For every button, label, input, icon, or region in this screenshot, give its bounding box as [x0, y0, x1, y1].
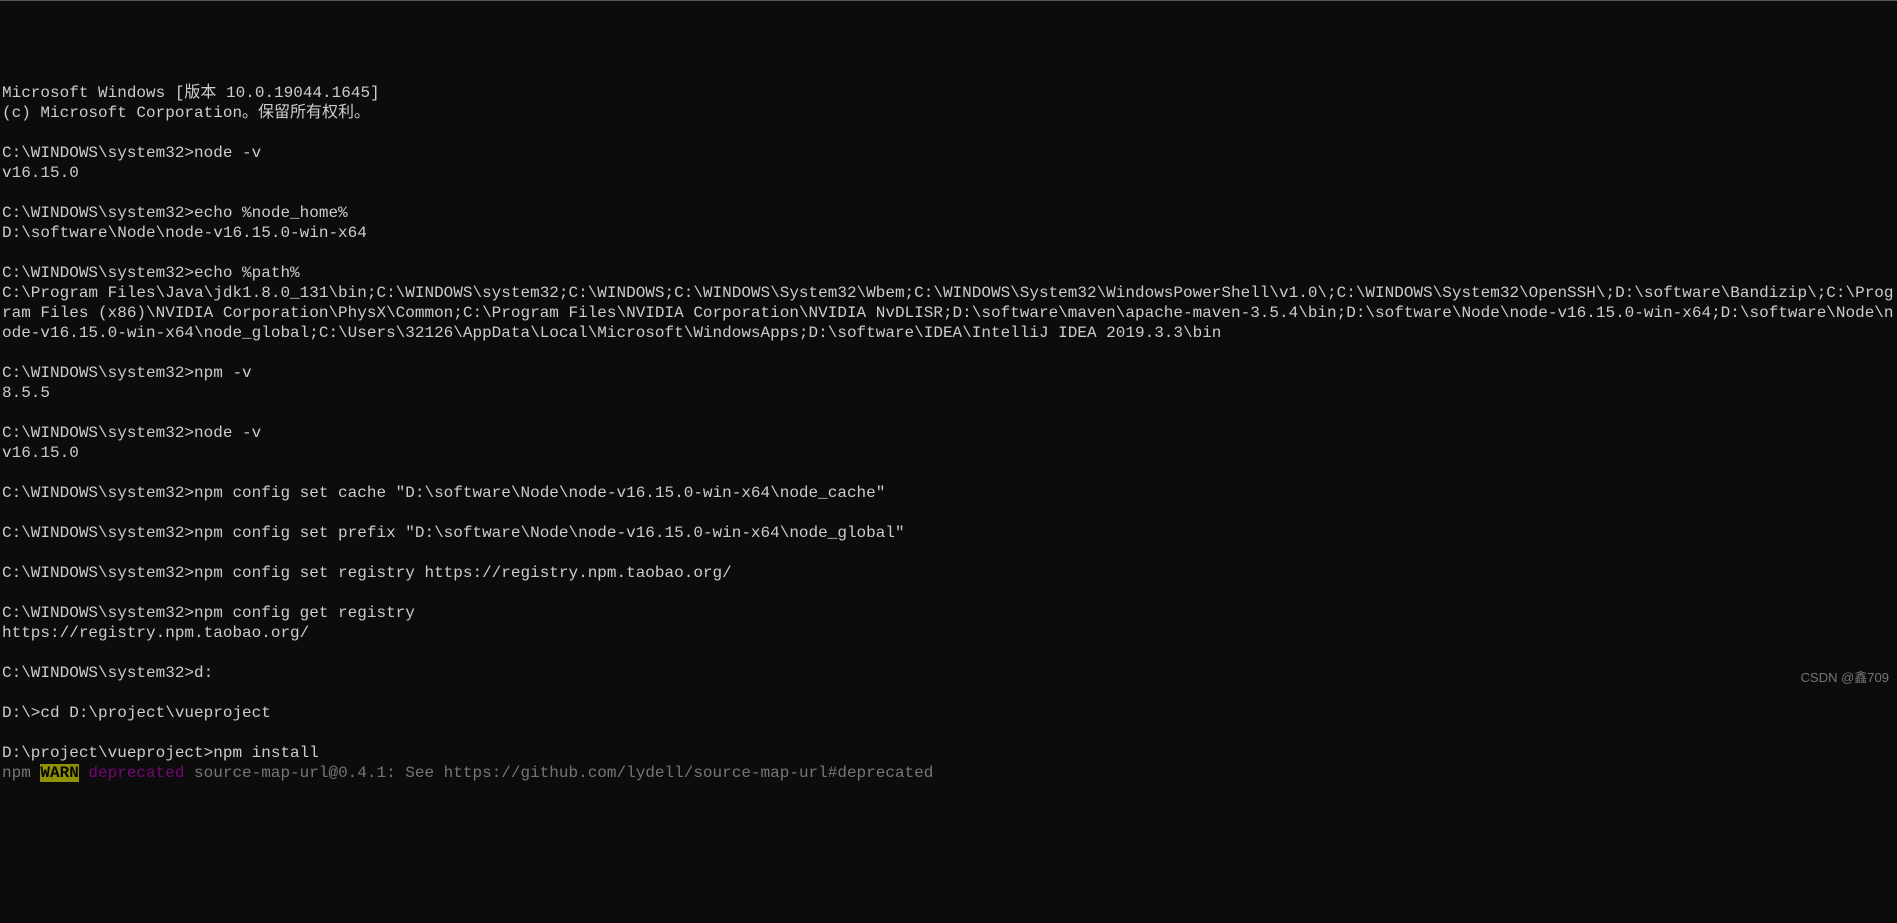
command: npm config get registry [194, 604, 415, 622]
terminal-line: C:\WINDOWS\system32>node -v [2, 143, 1897, 163]
prompt: C:\WINDOWS\system32> [2, 564, 194, 582]
terminal-output[interactable]: Microsoft Windows [版本 10.0.19044.1645] (c… [2, 83, 1897, 783]
command: echo %node_home% [194, 204, 348, 222]
terminal-line: (c) Microsoft Corporation。保留所有权利。 [2, 103, 1897, 123]
terminal-line: 8.5.5 [2, 383, 1897, 403]
header-line: (c) Microsoft Corporation。保留所有权利。 [2, 104, 370, 122]
watermark: CSDN @鑫709 [1801, 670, 1889, 686]
prompt: C:\WINDOWS\system32> [2, 424, 194, 442]
blank-line [2, 463, 1897, 483]
prompt: C:\WINDOWS\system32> [2, 204, 194, 222]
terminal-line: C:\WINDOWS\system32>npm config set prefi… [2, 523, 1897, 543]
cmd-output: https://registry.npm.taobao.org/ [2, 624, 309, 642]
cmd-output: 8.5.5 [2, 384, 50, 402]
command: npm -v [194, 364, 252, 382]
warn-message: source-map-url@0.4.1: See https://github… [184, 764, 933, 782]
terminal-line: npm WARN deprecated source-map-url@0.4.1… [2, 763, 1897, 783]
blank-line [2, 583, 1897, 603]
prompt: D:\project\vueproject> [2, 744, 213, 762]
header-line: Microsoft Windows [版本 10.0.19044.1645] [2, 84, 380, 102]
terminal-line: C:\WINDOWS\system32>npm -v [2, 363, 1897, 383]
deprecated-label: deprecated [79, 764, 185, 782]
command: d: [194, 664, 213, 682]
command: npm config set prefix "D:\software\Node\… [194, 524, 905, 542]
prompt: C:\WINDOWS\system32> [2, 604, 194, 622]
blank-line [2, 503, 1897, 523]
blank-line [2, 343, 1897, 363]
terminal-line: https://registry.npm.taobao.org/ [2, 623, 1897, 643]
terminal-line: v16.15.0 [2, 443, 1897, 463]
blank-line [2, 543, 1897, 563]
terminal-line: D:\>cd D:\project\vueproject [2, 703, 1897, 723]
command: npm config set cache "D:\software\Node\n… [194, 484, 885, 502]
terminal-line: Microsoft Windows [版本 10.0.19044.1645] [2, 83, 1897, 103]
blank-line [2, 123, 1897, 143]
prompt: D:\> [2, 704, 40, 722]
prompt: C:\WINDOWS\system32> [2, 264, 194, 282]
cmd-output: D:\software\Node\node-v16.15.0-win-x64 [2, 224, 367, 242]
prompt: C:\WINDOWS\system32> [2, 364, 194, 382]
terminal-line: D:\software\Node\node-v16.15.0-win-x64 [2, 223, 1897, 243]
cmd-output: v16.15.0 [2, 164, 79, 182]
terminal-line: C:\WINDOWS\system32>npm config get regis… [2, 603, 1897, 623]
warn-badge: WARN [40, 764, 78, 782]
terminal-line: C:\WINDOWS\system32>echo %node_home% [2, 203, 1897, 223]
terminal-line: C:\WINDOWS\system32>d: [2, 663, 1897, 683]
blank-line [2, 403, 1897, 423]
cmd-output: v16.15.0 [2, 444, 79, 462]
command: node -v [194, 144, 261, 162]
terminal-line: C:\Program Files\Java\jdk1.8.0_131\bin;C… [2, 283, 1897, 343]
blank-line [2, 723, 1897, 743]
cmd-output: C:\Program Files\Java\jdk1.8.0_131\bin;C… [2, 284, 1894, 342]
prompt: C:\WINDOWS\system32> [2, 664, 194, 682]
prompt: C:\WINDOWS\system32> [2, 144, 194, 162]
command: echo %path% [194, 264, 300, 282]
terminal-line: C:\WINDOWS\system32>npm config set regis… [2, 563, 1897, 583]
prompt: C:\WINDOWS\system32> [2, 524, 194, 542]
prompt: C:\WINDOWS\system32> [2, 484, 194, 502]
blank-line [2, 643, 1897, 663]
command: node -v [194, 424, 261, 442]
command: npm config set registry https://registry… [194, 564, 732, 582]
command: cd D:\project\vueproject [40, 704, 270, 722]
blank-line [2, 683, 1897, 703]
terminal-line: C:\WINDOWS\system32>echo %path% [2, 263, 1897, 283]
blank-line [2, 243, 1897, 263]
npm-prefix: npm [2, 764, 40, 782]
terminal-line: v16.15.0 [2, 163, 1897, 183]
terminal-line: C:\WINDOWS\system32>node -v [2, 423, 1897, 443]
terminal-line: D:\project\vueproject>npm install [2, 743, 1897, 763]
command: npm install [213, 744, 319, 762]
blank-line [2, 183, 1897, 203]
terminal-line: C:\WINDOWS\system32>npm config set cache… [2, 483, 1897, 503]
